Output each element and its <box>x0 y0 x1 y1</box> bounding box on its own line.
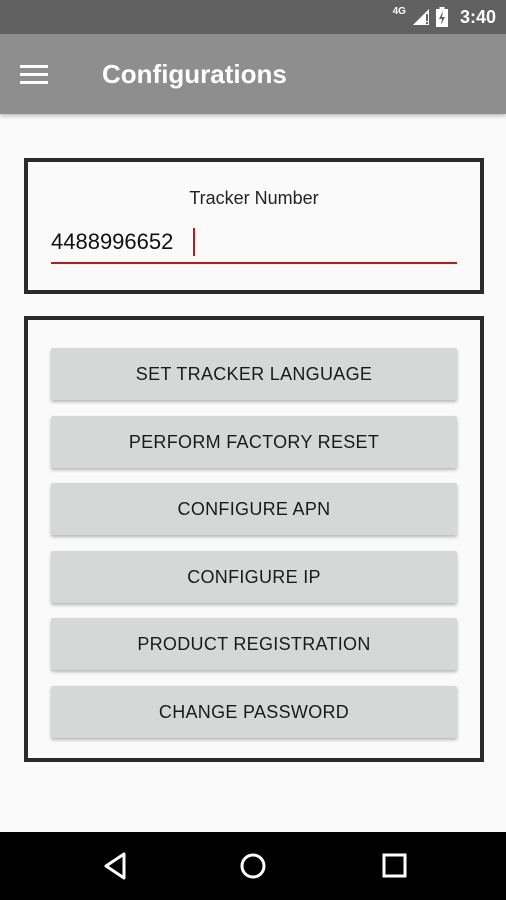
page-title: Configurations <box>102 59 287 89</box>
recents-button[interactable] <box>376 850 412 882</box>
configure-apn-button[interactable]: CONFIGURE APN <box>51 483 457 535</box>
set-tracker-language-button[interactable]: SET TRACKER LANGUAGE <box>51 348 457 400</box>
system-nav-bar <box>0 832 506 900</box>
tracker-number-field <box>51 224 457 264</box>
network-type-label: 4G <box>392 6 406 17</box>
change-password-button[interactable]: CHANGE PASSWORD <box>51 686 457 738</box>
tracker-number-card: Tracker Number <box>24 158 484 294</box>
tracker-number-input[interactable] <box>51 224 457 260</box>
status-time: 3:40 <box>459 6 496 27</box>
perform-factory-reset-button[interactable]: PERFORM FACTORY RESET <box>51 416 457 468</box>
status-bar: 4G 3:40 <box>0 0 506 34</box>
battery-charging-icon <box>435 7 448 27</box>
back-button[interactable] <box>98 850 134 882</box>
home-icon <box>240 853 266 879</box>
signal-icon <box>412 9 429 25</box>
home-button[interactable] <box>235 850 271 882</box>
app-bar: Configurations <box>0 34 506 114</box>
product-registration-button[interactable]: PRODUCT REGISTRATION <box>51 618 457 670</box>
back-icon <box>104 852 126 880</box>
configure-ip-button[interactable]: CONFIGURE IP <box>51 551 457 603</box>
actions-card: SET TRACKER LANGUAGE PERFORM FACTORY RES… <box>24 316 484 762</box>
hamburger-menu-icon <box>20 65 48 84</box>
tracker-number-label: Tracker Number <box>189 188 319 208</box>
menu-button[interactable] <box>20 58 60 90</box>
status-icons: 4G 3:40 <box>393 0 496 34</box>
text-cursor <box>193 228 195 256</box>
recents-icon <box>382 853 407 878</box>
